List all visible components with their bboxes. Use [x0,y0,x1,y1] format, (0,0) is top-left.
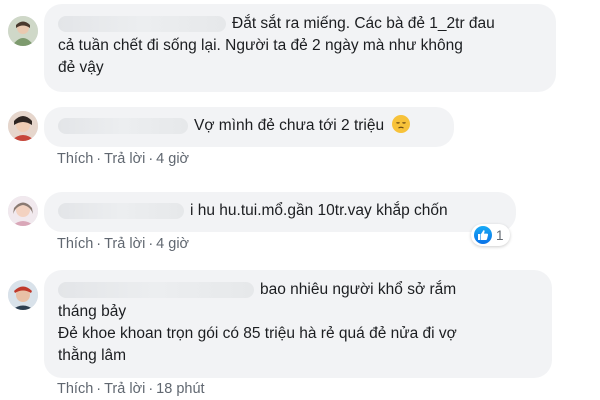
comment-text-line: Đẻ khoe khoan trọn gói có 85 triệu hà rẻ… [58,325,457,342]
redacted-name [58,15,226,32]
timestamp[interactable]: 18 phút [156,381,204,397]
avatar-image-icon [8,16,38,46]
comment-bubble: i hu hu.tui.mổ.gần 10tr.vay khắp chốn [44,192,516,232]
like-reaction-icon [474,226,492,244]
separator: · [96,381,102,397]
separator: · [96,236,102,252]
avatar[interactable] [8,196,38,226]
comment-actions: Thích · Trả lời · 4 giờ [57,236,189,252]
avatar[interactable] [8,280,38,310]
comment-text-line: đẻ vậy [58,59,104,76]
separator: · [148,236,154,252]
comment-text-line: tháng bảy [58,303,127,320]
timestamp[interactable]: 4 giờ [156,236,189,252]
comment-bubble: bao nhiêu người khổ sở rắm tháng bảy Đẻ … [44,270,552,378]
comment-text: Đắt sắt ra miếng. Các bà đẻ 1_2tr đau [232,15,495,32]
comment-actions: Thích · Trả lời · 4 giờ [57,151,189,167]
like-link[interactable]: Thích [57,151,93,167]
like-link[interactable]: Thích [57,381,93,397]
comment-text-line: thằng lâm [58,347,127,364]
redacted-name [58,202,184,219]
separator: · [148,381,154,397]
comment-text-line: bao nhiêu người khổ sở rắm [58,279,538,301]
pensive-face-emoji-icon [392,115,411,133]
comment-text: i hu hu.tui.mổ.gần 10tr.vay khắp chốn [190,202,448,219]
separator: · [148,151,154,167]
comment-text-line: Đắt sắt ra miếng. Các bà đẻ 1_2tr đau [58,13,542,35]
reaction-count: 1 [496,227,504,243]
like-link[interactable]: Thích [57,236,93,252]
reply-link[interactable]: Trả lời [104,381,145,397]
reaction-badge[interactable]: 1 [471,224,510,246]
comment-text: bao nhiêu người khổ sở rắm [260,281,457,298]
reply-link[interactable]: Trả lời [104,236,145,252]
redacted-name [58,117,188,134]
comment-actions: Thích · Trả lời · 18 phút [57,381,205,397]
separator: · [96,151,102,167]
avatar-image-icon [8,280,38,310]
comment-bubble: Vợ mình đẻ chưa tới 2 triệu [44,107,454,147]
comment-bubble: Đắt sắt ra miếng. Các bà đẻ 1_2tr đau cả… [44,4,556,92]
avatar[interactable] [8,16,38,46]
reply-link[interactable]: Trả lời [104,151,145,167]
avatar-image-icon [8,196,38,226]
comment-text-line: cả tuần chết đi sống lại. Người ta đẻ 2 … [58,37,463,54]
redacted-name [58,281,254,298]
comment-text: Vợ mình đẻ chưa tới 2 triệu [194,117,385,134]
avatar[interactable] [8,111,38,141]
timestamp[interactable]: 4 giờ [156,151,189,167]
avatar-image-icon [8,111,38,141]
